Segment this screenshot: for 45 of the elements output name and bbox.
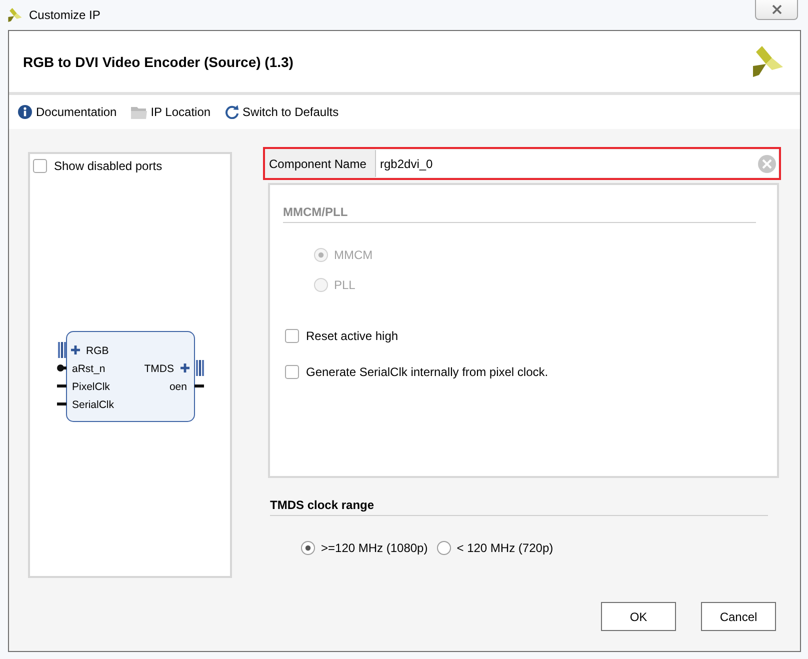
toolbar-button[interactable]: Documentation (18, 105, 117, 119)
radio-label: < 120 MHz (720p) (456, 541, 554, 555)
port-label: TMDS (144, 363, 174, 375)
radio-label: MMCM (334, 248, 373, 262)
radio-button[interactable] (436, 541, 451, 555)
port-label: RGB (86, 345, 109, 357)
expand-plus-icon[interactable] (71, 346, 80, 354)
refresh-icon (224, 105, 239, 119)
pin-icon (194, 384, 204, 388)
inverted-pin-icon (57, 364, 66, 372)
section-title: MMCM/PLL (283, 205, 349, 219)
component-name-field[interactable]: rgb2dvi_0 (375, 150, 778, 177)
radio-label: >=120 MHz (1080p) (321, 541, 428, 555)
bus-pin-icon (58, 342, 66, 358)
pin-icon (57, 384, 66, 388)
folder-icon (130, 106, 147, 118)
field-label: Component Name (265, 149, 375, 178)
bus-pin-icon (196, 360, 204, 376)
clear-icon[interactable] (758, 155, 776, 173)
port-label: aRst_n (72, 363, 106, 375)
checkbox[interactable] (285, 365, 299, 379)
checkbox-label: Generate SerialClk internally from pixel clock. (306, 365, 548, 379)
checkbox[interactable] (285, 329, 299, 343)
close-icon (772, 5, 782, 14)
checkbox-label: Show disabled ports (54, 159, 162, 173)
toolbar-button[interactable]: Switch to Defaults (224, 105, 339, 119)
logo-icon (8, 8, 22, 22)
radio-button[interactable] (301, 541, 315, 555)
checkbox-label: Reset active high (306, 329, 398, 343)
checkbox[interactable] (33, 159, 47, 173)
pin-icon (57, 402, 66, 406)
port-label: PixelClk (72, 381, 110, 393)
dialog-title: RGB to DVI Video Encoder (Source) (1.3) (23, 54, 294, 70)
dialog-button[interactable]: Cancel (701, 602, 776, 631)
window-title: Customize IP (29, 8, 100, 22)
port-label: SerialClk (72, 399, 114, 411)
radio-label: PLL (334, 278, 356, 292)
toolbar-button[interactable]: IP Location (130, 105, 211, 119)
section-title: TMDS clock range (270, 498, 376, 512)
port-label: oen (169, 381, 187, 393)
close-button[interactable] (755, 0, 798, 20)
logo-icon (753, 46, 783, 77)
expand-plus-icon[interactable] (180, 364, 190, 372)
dialog-button[interactable]: OK (601, 602, 676, 631)
info-icon (18, 105, 32, 119)
